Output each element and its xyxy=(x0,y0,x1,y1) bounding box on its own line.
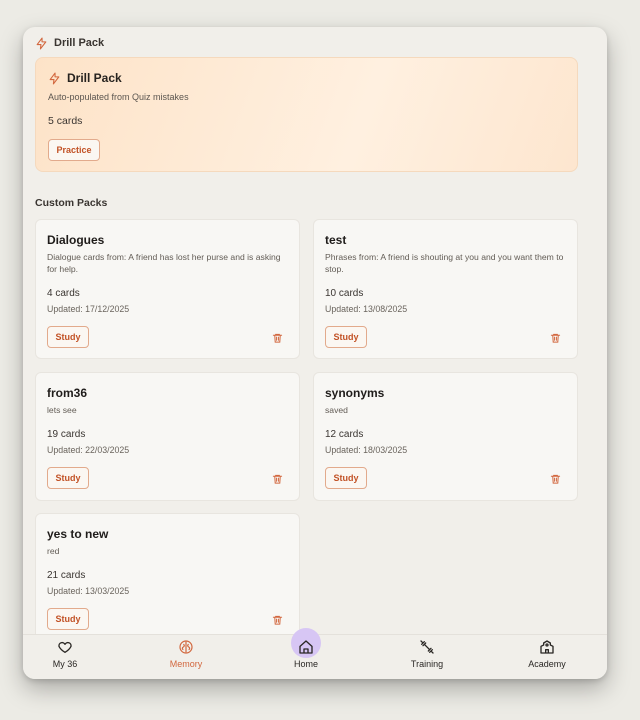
pack-description: Phrases from: A friend is shouting at yo… xyxy=(325,252,564,274)
nav-label: Academy xyxy=(528,659,566,669)
study-button[interactable]: Study xyxy=(325,326,367,348)
pack-card-from36[interactable]: from36 lets see 19 cards Updated: 22/03/… xyxy=(35,372,300,501)
pack-card-synonyms[interactable]: synonyms saved 12 cards Updated: 18/03/2… xyxy=(313,372,578,501)
content-scroll-area[interactable]: Drill Pack Drill Pack Auto-populated fro… xyxy=(23,27,607,635)
nav-label: Memory xyxy=(169,659,203,669)
pack-updated: Updated: 13/03/2025 xyxy=(47,586,130,596)
pack-updated: Updated: 13/08/2025 xyxy=(325,304,408,314)
nav-label: Training xyxy=(410,659,444,669)
practice-button[interactable]: Practice xyxy=(48,139,100,161)
home-icon-wrap xyxy=(291,628,321,658)
pack-updated: Updated: 18/03/2025 xyxy=(325,445,408,455)
page-title: Drill Pack xyxy=(54,37,105,49)
trash-icon[interactable] xyxy=(550,473,561,485)
pack-card-test[interactable]: test Phrases from: A friend is shouting … xyxy=(313,219,578,359)
pack-description: saved xyxy=(325,405,348,415)
nav-item-my36[interactable]: My 36 xyxy=(25,639,105,669)
top-bar: Drill Pack xyxy=(35,35,104,51)
drill-pack-title: Drill Pack xyxy=(67,71,122,85)
trash-icon[interactable] xyxy=(550,332,561,344)
pack-updated: Updated: 22/03/2025 xyxy=(47,445,130,455)
nav-item-training[interactable]: Training xyxy=(387,639,467,669)
bolt-icon xyxy=(36,37,47,49)
nav-item-memory[interactable]: Memory xyxy=(146,639,226,669)
pack-count: 21 cards xyxy=(47,570,86,581)
brain-icon xyxy=(179,640,193,654)
drill-pack-header: Drill Pack xyxy=(48,71,122,85)
pack-count: 12 cards xyxy=(325,429,364,440)
study-button[interactable]: Study xyxy=(47,467,89,489)
nav-item-academy[interactable]: Academy xyxy=(507,639,587,669)
pack-name: synonyms xyxy=(325,386,385,400)
pack-card-yes-to-new[interactable]: yes to new red 21 cards Updated: 13/03/2… xyxy=(35,513,300,635)
drill-pack-description: Auto-populated from Quiz mistakes xyxy=(48,92,189,102)
study-button[interactable]: Study xyxy=(47,326,89,348)
pack-updated: Updated: 17/12/2025 xyxy=(47,304,130,314)
pack-description: lets see xyxy=(47,405,77,415)
heart-icon xyxy=(58,641,72,653)
nav-item-home[interactable]: Home xyxy=(266,628,346,669)
nav-label: My 36 xyxy=(52,659,78,669)
pack-count: 19 cards xyxy=(47,429,86,440)
section-heading: Custom Packs xyxy=(35,197,108,209)
pack-description: Dialogue cards from: A friend has lost h… xyxy=(47,252,281,274)
pack-name: Dialogues xyxy=(47,233,105,247)
dumbbell-icon xyxy=(420,640,434,654)
study-button[interactable]: Study xyxy=(325,467,367,489)
bolt-icon xyxy=(49,72,60,84)
drill-pack-count: 5 cards xyxy=(48,115,83,127)
pack-name: yes to new xyxy=(47,527,109,541)
pack-name: test xyxy=(325,233,347,247)
pack-name: from36 xyxy=(47,386,88,400)
app-window: Drill Pack Drill Pack Auto-populated fro… xyxy=(23,27,607,679)
trash-icon[interactable] xyxy=(272,473,283,485)
home-icon xyxy=(299,640,313,654)
trash-icon[interactable] xyxy=(272,614,283,626)
pack-count: 4 cards xyxy=(47,288,80,299)
pack-count: 10 cards xyxy=(325,288,364,299)
nav-label: Home xyxy=(293,659,318,669)
bottom-nav: My 36 Memory Home Training Academy xyxy=(23,628,607,679)
drill-pack-card: Drill Pack Auto-populated from Quiz mist… xyxy=(35,57,578,172)
trash-icon[interactable] xyxy=(272,332,283,344)
study-button[interactable]: Study xyxy=(47,608,89,630)
school-icon xyxy=(540,640,554,654)
pack-card-dialogues[interactable]: Dialogues Dialogue cards from: A friend … xyxy=(35,219,300,359)
pack-description: red xyxy=(47,546,60,556)
